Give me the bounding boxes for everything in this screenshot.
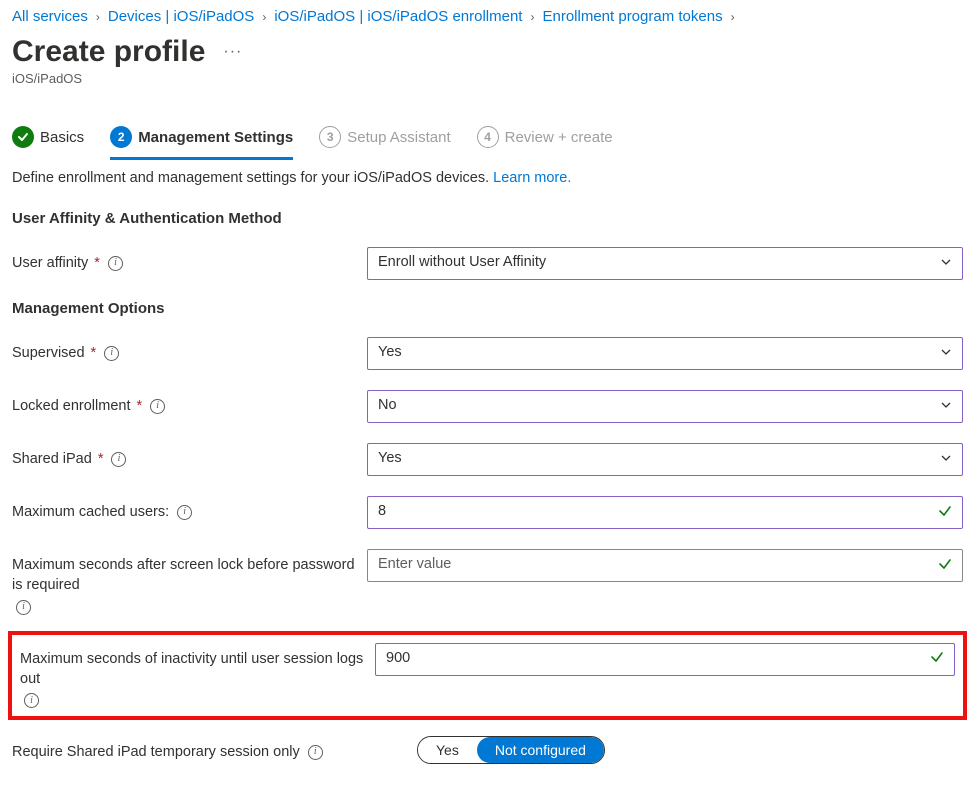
breadcrumb-link[interactable]: All services — [12, 8, 88, 25]
chevron-down-icon — [940, 346, 952, 362]
toggle-option-not-configured[interactable]: Not configured — [477, 737, 604, 763]
page-subtitle: iOS/iPadOS — [12, 71, 963, 86]
highlighted-setting: Maximum seconds of inactivity until user… — [8, 631, 967, 721]
input-max-cached-users[interactable]: 8 — [367, 496, 963, 529]
tab-label: Review + create — [505, 129, 613, 146]
label-locked-enrollment: Locked enrollment* i — [12, 390, 367, 416]
breadcrumb-link[interactable]: iOS/iPadOS | iOS/iPadOS enrollment — [274, 8, 522, 25]
tab-label: Basics — [40, 129, 84, 146]
chevron-down-icon — [940, 399, 952, 415]
chevron-right-icon: › — [262, 10, 266, 24]
chevron-right-icon: › — [731, 10, 735, 24]
chevron-right-icon: › — [530, 10, 534, 24]
required-asterisk: * — [137, 396, 143, 416]
step-number-badge: 2 — [110, 126, 132, 148]
tab-setup-assistant: 3 Setup Assistant — [319, 120, 450, 158]
info-icon[interactable]: i — [150, 399, 165, 414]
label-max-seconds-lock: Maximum seconds after screen lock before… — [12, 549, 367, 615]
required-asterisk: * — [91, 343, 97, 363]
label-max-seconds-inactivity: Maximum seconds of inactivity until user… — [20, 643, 375, 709]
select-supervised[interactable]: Yes — [367, 337, 963, 370]
wizard-tabs: Basics 2 Management Settings 3 Setup Ass… — [12, 120, 963, 158]
select-shared-ipad[interactable]: Yes — [367, 443, 963, 476]
section-heading-auth: User Affinity & Authentication Method — [12, 210, 963, 227]
required-asterisk: * — [94, 253, 100, 273]
info-icon[interactable]: i — [24, 693, 39, 708]
label-shared-ipad: Shared iPad* i — [12, 443, 367, 469]
info-icon[interactable]: i — [308, 745, 323, 760]
chevron-right-icon: › — [96, 10, 100, 24]
info-icon[interactable]: i — [177, 505, 192, 520]
required-asterisk: * — [98, 449, 104, 469]
learn-more-link[interactable]: Learn more. — [493, 170, 571, 186]
tab-label: Setup Assistant — [347, 129, 450, 146]
select-locked-enrollment[interactable]: No — [367, 390, 963, 423]
check-icon — [938, 504, 952, 522]
select-user-affinity[interactable]: Enroll without User Affinity — [367, 247, 963, 280]
label-user-affinity: User affinity* i — [12, 247, 367, 273]
tab-label: Management Settings — [138, 129, 293, 146]
info-icon[interactable]: i — [104, 346, 119, 361]
input-max-seconds-lock[interactable]: Enter value — [367, 549, 963, 582]
check-icon — [930, 650, 944, 668]
info-icon[interactable]: i — [111, 452, 126, 467]
check-icon — [938, 557, 952, 575]
breadcrumb: All services › Devices | iOS/iPadOS › iO… — [12, 8, 963, 25]
tab-management-settings[interactable]: 2 Management Settings — [110, 120, 293, 158]
info-icon[interactable]: i — [16, 600, 31, 615]
breadcrumb-link[interactable]: Enrollment program tokens — [542, 8, 722, 25]
breadcrumb-link[interactable]: Devices | iOS/iPadOS — [108, 8, 254, 25]
intro-text: Define enrollment and management setting… — [12, 170, 963, 186]
label-temp-session: Require Shared iPad temporary session on… — [12, 736, 367, 762]
label-supervised: Supervised* i — [12, 337, 367, 363]
input-max-seconds-inactivity[interactable]: 900 — [375, 643, 955, 676]
section-heading-management: Management Options — [12, 300, 963, 317]
tab-basics[interactable]: Basics — [12, 120, 84, 158]
toggle-option-yes[interactable]: Yes — [418, 737, 477, 763]
label-max-cached-users: Maximum cached users: i — [12, 496, 367, 522]
step-number-badge: 3 — [319, 126, 341, 148]
check-icon — [12, 126, 34, 148]
toggle-temp-session: Yes Not configured — [417, 736, 605, 764]
info-icon[interactable]: i — [108, 256, 123, 271]
tab-review-create: 4 Review + create — [477, 120, 613, 158]
more-actions-button[interactable]: ··· — [223, 43, 242, 61]
chevron-down-icon — [940, 256, 952, 272]
step-number-badge: 4 — [477, 126, 499, 148]
chevron-down-icon — [940, 452, 952, 468]
page-title: Create profile — [12, 35, 205, 69]
